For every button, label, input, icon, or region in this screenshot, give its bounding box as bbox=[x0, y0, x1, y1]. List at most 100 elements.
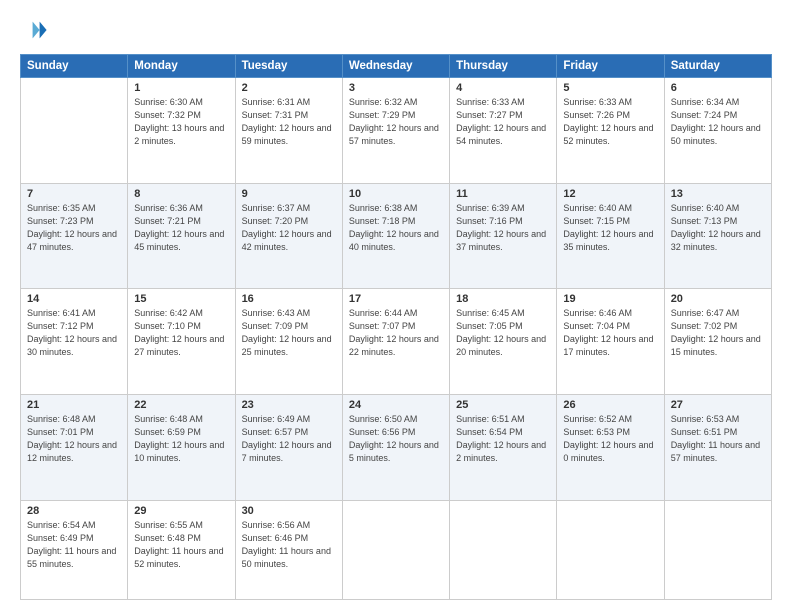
weekday-row: SundayMondayTuesdayWednesdayThursdayFrid… bbox=[21, 55, 772, 78]
calendar: SundayMondayTuesdayWednesdayThursdayFrid… bbox=[20, 54, 772, 600]
logo-icon bbox=[20, 16, 48, 44]
day-info: Sunrise: 6:52 AMSunset: 6:53 PMDaylight:… bbox=[563, 413, 657, 465]
day-number: 13 bbox=[671, 188, 765, 200]
day-info: Sunrise: 6:44 AMSunset: 7:07 PMDaylight:… bbox=[349, 307, 443, 359]
calendar-cell: 8 Sunrise: 6:36 AMSunset: 7:21 PMDaylight… bbox=[128, 183, 235, 289]
calendar-cell: 28 Sunrise: 6:54 AMSunset: 6:49 PMDayligh… bbox=[21, 500, 128, 599]
day-number: 15 bbox=[134, 293, 228, 305]
day-info: Sunrise: 6:32 AMSunset: 7:29 PMDaylight:… bbox=[349, 96, 443, 148]
day-number: 8 bbox=[134, 188, 228, 200]
calendar-cell: 14Sunrise: 6:41 AMSunset: 7:12 PMDayligh… bbox=[21, 289, 128, 395]
day-number: 11 bbox=[456, 188, 550, 200]
day-info: Sunrise: 6:41 AMSunset: 7:12 PMDaylight:… bbox=[27, 307, 121, 359]
logo bbox=[20, 16, 52, 44]
calendar-cell: 17 Sunrise: 6:44 AMSunset: 7:07 PMDayligh… bbox=[342, 289, 449, 395]
day-number: 2 bbox=[242, 82, 336, 94]
page: SundayMondayTuesdayWednesdayThursdayFrid… bbox=[0, 0, 792, 612]
weekday-header: Sunday bbox=[21, 55, 128, 78]
calendar-cell: 25 Sunrise: 6:51 AMSunset: 6:54 PMDayligh… bbox=[450, 394, 557, 500]
calendar-cell: 5 Sunrise: 6:33 AMSunset: 7:26 PMDaylight… bbox=[557, 78, 664, 184]
calendar-cell: 9 Sunrise: 6:37 AMSunset: 7:20 PMDaylight… bbox=[235, 183, 342, 289]
day-info: Sunrise: 6:54 AMSunset: 6:49 PMDaylight:… bbox=[27, 519, 121, 571]
day-info: Sunrise: 6:51 AMSunset: 6:54 PMDaylight:… bbox=[456, 413, 550, 465]
day-info: Sunrise: 6:43 AMSunset: 7:09 PMDaylight:… bbox=[242, 307, 336, 359]
day-info: Sunrise: 6:40 AMSunset: 7:15 PMDaylight:… bbox=[563, 202, 657, 254]
day-info: Sunrise: 6:35 AMSunset: 7:23 PMDaylight:… bbox=[27, 202, 121, 254]
calendar-cell: 19 Sunrise: 6:46 AMSunset: 7:04 PMDayligh… bbox=[557, 289, 664, 395]
weekday-header: Saturday bbox=[664, 55, 771, 78]
day-info: Sunrise: 6:48 AMSunset: 7:01 PMDaylight:… bbox=[27, 413, 121, 465]
day-number: 17 bbox=[349, 293, 443, 305]
day-number: 3 bbox=[349, 82, 443, 94]
day-number: 23 bbox=[242, 399, 336, 411]
day-number: 27 bbox=[671, 399, 765, 411]
calendar-cell: 4 Sunrise: 6:33 AMSunset: 7:27 PMDaylight… bbox=[450, 78, 557, 184]
calendar-cell bbox=[664, 500, 771, 599]
day-info: Sunrise: 6:45 AMSunset: 7:05 PMDaylight:… bbox=[456, 307, 550, 359]
calendar-cell: 3 Sunrise: 6:32 AMSunset: 7:29 PMDaylight… bbox=[342, 78, 449, 184]
calendar-cell bbox=[557, 500, 664, 599]
calendar-cell: 26 Sunrise: 6:52 AMSunset: 6:53 PMDayligh… bbox=[557, 394, 664, 500]
day-info: Sunrise: 6:39 AMSunset: 7:16 PMDaylight:… bbox=[456, 202, 550, 254]
calendar-header: SundayMondayTuesdayWednesdayThursdayFrid… bbox=[21, 55, 772, 78]
day-info: Sunrise: 6:53 AMSunset: 6:51 PMDaylight:… bbox=[671, 413, 765, 465]
calendar-week-row: 14Sunrise: 6:41 AMSunset: 7:12 PMDayligh… bbox=[21, 289, 772, 395]
day-info: Sunrise: 6:33 AMSunset: 7:27 PMDaylight:… bbox=[456, 96, 550, 148]
day-info: Sunrise: 6:47 AMSunset: 7:02 PMDaylight:… bbox=[671, 307, 765, 359]
calendar-cell: 20Sunrise: 6:47 AMSunset: 7:02 PMDayligh… bbox=[664, 289, 771, 395]
day-number: 6 bbox=[671, 82, 765, 94]
day-number: 9 bbox=[242, 188, 336, 200]
calendar-cell: 30Sunrise: 6:56 AMSunset: 6:46 PMDayligh… bbox=[235, 500, 342, 599]
day-info: Sunrise: 6:31 AMSunset: 7:31 PMDaylight:… bbox=[242, 96, 336, 148]
day-info: Sunrise: 6:56 AMSunset: 6:46 PMDaylight:… bbox=[242, 519, 336, 571]
day-info: Sunrise: 6:38 AMSunset: 7:18 PMDaylight:… bbox=[349, 202, 443, 254]
calendar-cell: 23Sunrise: 6:49 AMSunset: 6:57 PMDayligh… bbox=[235, 394, 342, 500]
calendar-week-row: 28 Sunrise: 6:54 AMSunset: 6:49 PMDayligh… bbox=[21, 500, 772, 599]
weekday-header: Monday bbox=[128, 55, 235, 78]
day-number: 28 bbox=[27, 505, 121, 517]
calendar-cell: 2 Sunrise: 6:31 AMSunset: 7:31 PMDaylight… bbox=[235, 78, 342, 184]
day-number: 16 bbox=[242, 293, 336, 305]
day-number: 21 bbox=[27, 399, 121, 411]
day-number: 5 bbox=[563, 82, 657, 94]
day-number: 26 bbox=[563, 399, 657, 411]
day-info: Sunrise: 6:48 AMSunset: 6:59 PMDaylight:… bbox=[134, 413, 228, 465]
calendar-cell: 15 Sunrise: 6:42 AMSunset: 7:10 PMDayligh… bbox=[128, 289, 235, 395]
day-info: Sunrise: 6:40 AMSunset: 7:13 PMDaylight:… bbox=[671, 202, 765, 254]
calendar-cell: 7 Sunrise: 6:35 AMSunset: 7:23 PMDaylight… bbox=[21, 183, 128, 289]
day-info: Sunrise: 6:34 AMSunset: 7:24 PMDaylight:… bbox=[671, 96, 765, 148]
day-number: 4 bbox=[456, 82, 550, 94]
calendar-week-row: 21 Sunrise: 6:48 AMSunset: 7:01 PMDayligh… bbox=[21, 394, 772, 500]
weekday-header: Wednesday bbox=[342, 55, 449, 78]
calendar-week-row: 7 Sunrise: 6:35 AMSunset: 7:23 PMDaylight… bbox=[21, 183, 772, 289]
day-number: 22 bbox=[134, 399, 228, 411]
day-info: Sunrise: 6:50 AMSunset: 6:56 PMDaylight:… bbox=[349, 413, 443, 465]
calendar-cell bbox=[21, 78, 128, 184]
day-number: 19 bbox=[563, 293, 657, 305]
day-number: 7 bbox=[27, 188, 121, 200]
day-info: Sunrise: 6:42 AMSunset: 7:10 PMDaylight:… bbox=[134, 307, 228, 359]
weekday-header: Thursday bbox=[450, 55, 557, 78]
day-info: Sunrise: 6:46 AMSunset: 7:04 PMDaylight:… bbox=[563, 307, 657, 359]
day-number: 24 bbox=[349, 399, 443, 411]
day-info: Sunrise: 6:33 AMSunset: 7:26 PMDaylight:… bbox=[563, 96, 657, 148]
day-info: Sunrise: 6:37 AMSunset: 7:20 PMDaylight:… bbox=[242, 202, 336, 254]
calendar-cell bbox=[450, 500, 557, 599]
day-number: 12 bbox=[563, 188, 657, 200]
calendar-cell: 1Sunrise: 6:30 AMSunset: 7:32 PMDaylight… bbox=[128, 78, 235, 184]
calendar-cell: 24 Sunrise: 6:50 AMSunset: 6:56 PMDayligh… bbox=[342, 394, 449, 500]
day-number: 18 bbox=[456, 293, 550, 305]
day-info: Sunrise: 6:55 AMSunset: 6:48 PMDaylight:… bbox=[134, 519, 228, 571]
weekday-header: Tuesday bbox=[235, 55, 342, 78]
header bbox=[20, 16, 772, 44]
calendar-cell: 18 Sunrise: 6:45 AMSunset: 7:05 PMDayligh… bbox=[450, 289, 557, 395]
calendar-cell: 11 Sunrise: 6:39 AMSunset: 7:16 PMDayligh… bbox=[450, 183, 557, 289]
calendar-body: 1Sunrise: 6:30 AMSunset: 7:32 PMDaylight… bbox=[21, 78, 772, 600]
calendar-cell: 12 Sunrise: 6:40 AMSunset: 7:15 PMDayligh… bbox=[557, 183, 664, 289]
day-info: Sunrise: 6:36 AMSunset: 7:21 PMDaylight:… bbox=[134, 202, 228, 254]
calendar-cell: 27 Sunrise: 6:53 AMSunset: 6:51 PMDayligh… bbox=[664, 394, 771, 500]
calendar-cell: 29Sunrise: 6:55 AMSunset: 6:48 PMDayligh… bbox=[128, 500, 235, 599]
day-number: 25 bbox=[456, 399, 550, 411]
calendar-week-row: 1Sunrise: 6:30 AMSunset: 7:32 PMDaylight… bbox=[21, 78, 772, 184]
calendar-cell: 21 Sunrise: 6:48 AMSunset: 7:01 PMDayligh… bbox=[21, 394, 128, 500]
